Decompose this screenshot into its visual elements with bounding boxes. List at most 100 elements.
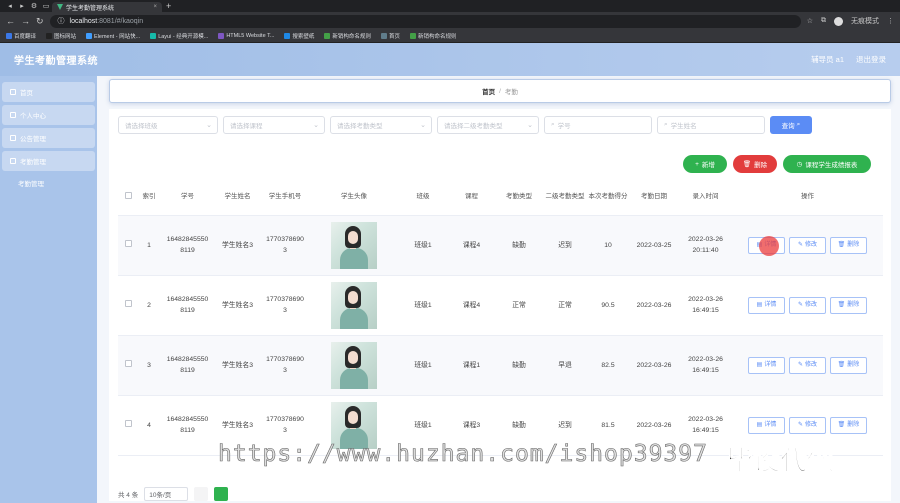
cell-type: 缺勤 xyxy=(495,335,543,396)
edit-button[interactable]: ✎ 修改 xyxy=(789,416,826,434)
cell-type2: 迟到 xyxy=(543,215,587,276)
sidebar-item-home[interactable]: 首页 xyxy=(2,82,95,102)
delete-button[interactable]: 🗑 删除 xyxy=(830,416,867,434)
delete-button[interactable]: 🗑 删除 xyxy=(830,296,867,314)
back-icon[interactable]: ← xyxy=(6,16,15,26)
attendance-type2-select[interactable]: 请选择二级考勤类型 ⌄ xyxy=(437,116,539,134)
detail-button[interactable]: ▤详情 xyxy=(748,356,785,374)
bookmark-item[interactable]: 百度翻译 xyxy=(6,32,36,40)
select-all-cell[interactable] xyxy=(118,180,138,216)
row-select-cell[interactable] xyxy=(118,215,138,276)
window-menu-icon[interactable]: ◂ xyxy=(4,2,16,10)
bookmark-favicon-icon xyxy=(380,33,387,39)
query-button[interactable]: 查询 ⌕ xyxy=(770,116,812,134)
filter-bar: 请选择班级 ⌄ 请选择课程 ⌄ 请选择考勤类型 ⌄ 请选择二级考勤类型 ⌄ ⌕ xyxy=(118,116,812,134)
more-menu-icon[interactable]: ⋮ xyxy=(887,17,894,25)
current-user: 辅导员 a1 xyxy=(811,55,844,64)
delete-label: 删除 xyxy=(847,301,860,308)
sidebar-subitem-attendance[interactable]: 考勤管理 xyxy=(2,174,95,192)
cell-time: 2022-03-26 20:11:40 xyxy=(679,215,732,276)
delete-button[interactable]: 🗑 删除 xyxy=(830,356,867,374)
ops-cell: ▤详情✎修改🗑删除 xyxy=(732,335,883,396)
bookmark-favicon-icon xyxy=(324,33,331,39)
row-select-cell[interactable] xyxy=(118,395,138,456)
bookmark-label: Element - 网站快... xyxy=(94,34,141,40)
column-header: 学生手机号 xyxy=(260,180,310,216)
bookmark-item[interactable]: Element - 网站快... xyxy=(86,32,140,40)
sidebar-item-profile[interactable]: 个人中心 xyxy=(2,105,95,125)
tab-search-icon[interactable]: ⚙ xyxy=(28,2,40,10)
row-checkbox[interactable] xyxy=(124,239,132,247)
bookmark-item[interactable]: 图标网站 xyxy=(46,32,76,40)
student-no-input[interactable]: ⌕ 学号 xyxy=(544,116,652,134)
bookmark-item[interactable]: 首页 xyxy=(380,32,400,40)
row-select-cell[interactable] xyxy=(118,275,138,336)
new-tab-icon[interactable]: + xyxy=(166,1,171,11)
cell-date: 2022-03-26 xyxy=(629,275,679,336)
edit-button[interactable]: ✎ 修改 xyxy=(789,356,826,374)
cell-time: 2022-03-26 16:49:15 xyxy=(679,275,732,336)
breadcrumb-home[interactable]: 首页 xyxy=(482,86,495,96)
cell-class: 班级1 xyxy=(398,335,448,396)
page-size-select[interactable]: 10条/页 xyxy=(144,487,189,501)
detail-button[interactable]: ▤详情 xyxy=(748,235,785,256)
bookmark-star-icon[interactable]: ☆ xyxy=(807,17,813,25)
cell-name: 学生姓名3 xyxy=(215,215,260,276)
tab-overview-icon[interactable]: ▭ xyxy=(40,2,52,10)
profile-avatar[interactable] xyxy=(834,16,843,26)
attendance-type-select[interactable]: 请选择考勤类型 ⌄ xyxy=(330,116,432,134)
bookmark-favicon-icon xyxy=(150,33,157,39)
add-button[interactable]: + 新增 xyxy=(683,155,727,173)
batch-delete-button[interactable]: 🗑 删除 xyxy=(733,155,777,173)
table-row[interactable]: 3 164828455508119 学生姓名3 17703786903 班级1 课程1 缺勤… xyxy=(118,335,883,396)
cell-class: 班级1 xyxy=(398,275,448,336)
detail-button[interactable]: ▤详情 xyxy=(748,296,785,314)
bookmark-item[interactable]: 搜索壁纸 xyxy=(284,32,314,40)
table-row[interactable]: 2 164828455508119 学生姓名3 17703786903 班级1 课程4 正常… xyxy=(118,275,883,336)
bookmark-label: 图标网站 xyxy=(54,34,77,40)
profile-label[interactable]: 无痕模式 xyxy=(851,16,879,26)
url-input[interactable]: ⓘ localhost:8081/#/kaoqin xyxy=(49,14,801,28)
chevron-down-icon: ⌄ xyxy=(527,122,533,129)
student-name-input[interactable]: ⌕ 学生姓名 xyxy=(657,116,765,134)
browser-tab-active[interactable]: 学生考勤管理系统 × xyxy=(52,2,162,12)
detail-button[interactable]: ▤详情 xyxy=(748,416,785,434)
sidebar-item-notices[interactable]: 公告管理 xyxy=(2,128,95,148)
close-tab-icon[interactable]: × xyxy=(153,4,157,10)
edit-button[interactable]: ✎ 修改 xyxy=(789,236,826,254)
prev-page-button[interactable] xyxy=(194,487,209,501)
cell-index: 1 xyxy=(138,215,160,276)
extensions-icon[interactable]: ⧉ xyxy=(821,17,826,25)
column-header: 本次考勤得分 xyxy=(587,180,629,216)
bookmark-item[interactable]: 新销构命名规则 xyxy=(409,32,456,40)
current-page-button[interactable] xyxy=(214,487,229,501)
select-all-checkbox[interactable] xyxy=(124,191,132,199)
edit-button[interactable]: ✎ 修改 xyxy=(789,296,826,314)
row-checkbox[interactable] xyxy=(124,359,132,367)
sidebar-item-attendance[interactable]: 考勤管理 xyxy=(2,151,95,171)
avatar-cell xyxy=(310,275,398,336)
row-checkbox[interactable] xyxy=(124,419,132,427)
bookmark-item[interactable]: HTML5 Website T... xyxy=(218,33,274,39)
row-checkbox[interactable] xyxy=(124,299,132,307)
report-button[interactable]: ◷ 课程学生成绩报表 xyxy=(783,155,871,173)
avatar-cell xyxy=(310,215,398,276)
table-row[interactable]: 1 164828455508119 学生姓名3 17703786903 班级1 课程4 缺勤… xyxy=(118,215,883,276)
logout-link[interactable]: 退出登录 xyxy=(856,54,886,65)
search-icon: ⌕ xyxy=(664,121,668,128)
bookmark-item[interactable]: Layui - 经典开源模... xyxy=(150,32,208,40)
class-select[interactable]: 请选择班级 ⌄ xyxy=(118,116,218,134)
bookmark-item[interactable]: 新销构命名规则 xyxy=(324,32,371,40)
forward-icon[interactable]: → xyxy=(21,16,30,26)
cell-date: 2022-03-25 xyxy=(629,215,679,276)
address-bar-row: ← → ↻ ⓘ localhost:8081/#/kaoqin ☆ ⧉ 无痕模式… xyxy=(0,12,900,30)
row-select-cell[interactable] xyxy=(118,335,138,396)
cell-index: 2 xyxy=(138,275,160,336)
sidebar: 首页 个人中心 公告管理 考勤管理 考勤管理 xyxy=(0,76,97,503)
window-menu-icon-2[interactable]: ▸ xyxy=(16,2,28,10)
reload-icon[interactable]: ↻ xyxy=(36,16,44,27)
course-select[interactable]: 请选择课程 ⌄ xyxy=(223,116,325,134)
attendance-icon xyxy=(10,158,16,164)
delete-button[interactable]: 🗑 删除 xyxy=(830,236,867,254)
cell-date: 2022-03-26 xyxy=(629,335,679,396)
